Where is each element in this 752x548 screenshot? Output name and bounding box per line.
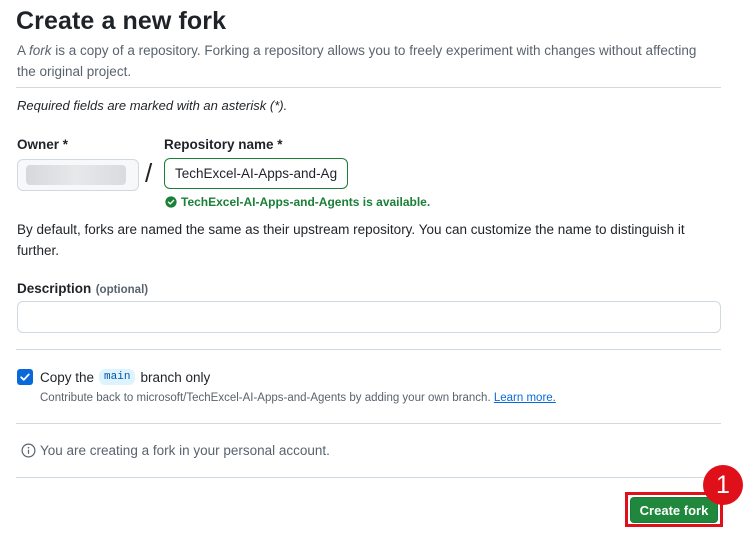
divider — [16, 87, 721, 88]
description-label: Description — [17, 281, 92, 296]
copy-branch-label-prefix: Copy the — [40, 369, 95, 385]
check-icon — [20, 373, 30, 381]
copy-branch-label[interactable]: Copy the main branch only — [40, 369, 210, 385]
check-circle-icon — [165, 196, 177, 208]
availability-text: TechExcel-AI-Apps-and-Agents is availabl… — [181, 195, 431, 209]
owner-avatar-redacted — [26, 165, 126, 185]
owner-select[interactable] — [17, 159, 139, 191]
info-icon — [21, 443, 36, 458]
description-prefix: A — [17, 43, 30, 58]
naming-note: By default, forks are named the same as … — [17, 222, 685, 258]
description-input[interactable] — [17, 301, 721, 333]
branch-name-code: main — [99, 369, 136, 385]
repository-name-label: Repository name * — [164, 137, 283, 152]
availability-message: TechExcel-AI-Apps-and-Agents is availabl… — [165, 195, 430, 209]
copy-branch-label-suffix: branch only — [140, 369, 211, 385]
optional-tag: (optional) — [95, 284, 149, 296]
description-label-group: Description (optional) — [17, 280, 148, 298]
personal-account-text: You are creating a fork in your personal… — [40, 443, 330, 458]
annotation-step-badge: 1 — [703, 465, 743, 505]
learn-more-link[interactable]: Learn more. — [494, 392, 556, 404]
required-fields-note: Required fields are marked with an aster… — [17, 98, 288, 113]
owner-repo-separator: / — [145, 158, 153, 188]
divider — [16, 423, 721, 424]
description-suffix: is a copy of a repository. Forking a rep… — [17, 43, 697, 79]
owner-label: Owner * — [17, 137, 69, 152]
description-fork-term: fork — [29, 43, 52, 58]
page-description: A fork is a copy of a repository. Forkin… — [17, 40, 697, 82]
copy-branch-help-text: Contribute back to microsoft/TechExcel-A… — [40, 392, 491, 404]
personal-account-notice: You are creating a fork in your personal… — [21, 443, 330, 458]
copy-branch-help: Contribute back to microsoft/TechExcel-A… — [40, 392, 556, 404]
repository-name-input[interactable] — [164, 158, 348, 189]
divider — [16, 477, 721, 478]
copy-main-branch-checkbox[interactable] — [17, 369, 33, 385]
create-fork-button[interactable]: Create fork — [630, 497, 718, 523]
divider — [16, 349, 721, 350]
page-title: Create a new fork — [16, 7, 227, 35]
